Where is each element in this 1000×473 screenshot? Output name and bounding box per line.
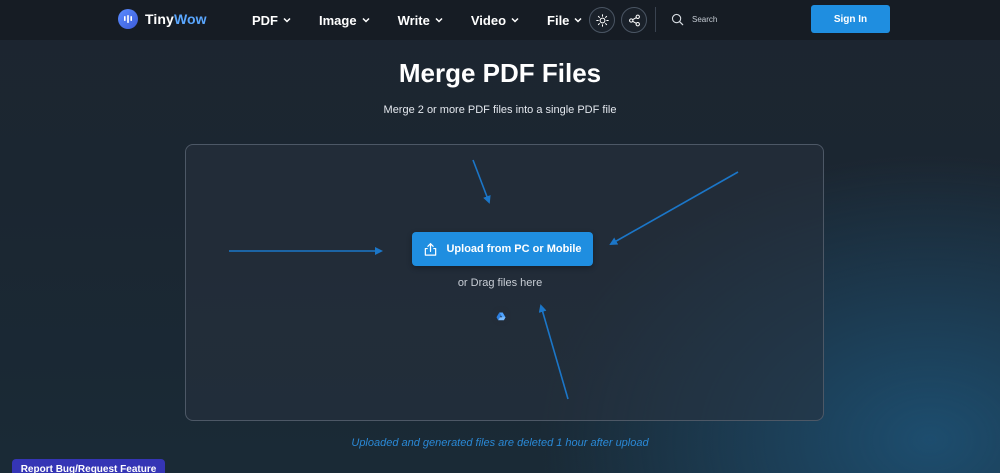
nav-label: Image [319, 12, 357, 28]
nav-item-write[interactable]: Write [398, 13, 444, 28]
tinywow-logo[interactable]: TinyWow [118, 9, 207, 29]
chevron-down-icon [362, 17, 370, 23]
logo-text: TinyWow [145, 11, 207, 27]
report-bug-button[interactable]: Report Bug/Request Feature [12, 459, 165, 473]
sun-icon [595, 13, 609, 27]
google-drive-icon [496, 312, 506, 320]
nav-label: Write [397, 12, 430, 28]
nav-label: Video [470, 12, 507, 28]
search-input[interactable] [692, 15, 792, 24]
nav-item-image[interactable]: Image [319, 13, 371, 28]
chevron-down-icon [511, 17, 519, 23]
sign-in-button[interactable]: Sign In [811, 5, 890, 33]
chevron-down-icon [574, 17, 582, 23]
main-nav: PDF Image Write Video File [252, 0, 610, 40]
upload-icon [425, 242, 437, 256]
nav-item-video[interactable]: Video [471, 13, 520, 28]
nav-item-file[interactable]: File [547, 13, 583, 28]
share-icon [628, 14, 640, 26]
theme-toggle-button[interactable] [589, 7, 615, 33]
page-title: Merge PDF Files [398, 58, 602, 88]
top-nav-bar: TinyWow PDF Image Write Video File Searc… [0, 0, 1000, 40]
logo-icon [118, 9, 138, 29]
upload-from-device-button[interactable]: Upload from PC or Mobile [412, 232, 593, 266]
drag-files-hint: or Drag files here [457, 277, 543, 289]
nav-item-pdf[interactable]: PDF [252, 13, 292, 28]
chevron-down-icon [283, 17, 291, 23]
header-divider [655, 7, 656, 32]
search-box[interactable] [664, 6, 809, 33]
google-drive-button[interactable] [491, 306, 511, 326]
nav-label: PDF [252, 12, 278, 28]
page-subtitle: Merge 2 or more PDF files into a single … [383, 104, 617, 116]
nav-label: File [547, 12, 570, 28]
chevron-down-icon [435, 17, 443, 23]
share-button[interactable] [621, 7, 647, 33]
search-icon [671, 13, 684, 26]
upload-button-label: Upload from PC or Mobile [446, 243, 582, 255]
file-retention-note: Uploaded and generated files are deleted… [351, 437, 649, 449]
